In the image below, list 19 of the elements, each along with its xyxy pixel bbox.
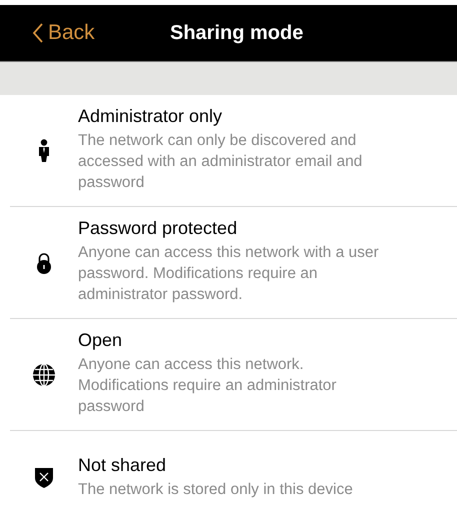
option-title: Administrator only	[78, 105, 224, 128]
option-description: The network is stored only in this device	[78, 480, 354, 500]
padlock-icon	[36, 252, 52, 274]
option-title: Not shared	[78, 454, 168, 476]
sharing-option[interactable]: Password protected Anyone can access this network with a user password. Modifications require an administrator password.	[10, 207, 457, 319]
sharing-option[interactable]: Administrator only The network can only be discovered and accessed with an administrator email and password	[10, 95, 457, 207]
sharing-option[interactable]: Open Anyone can access this network. Modifications require an administrator password	[10, 319, 457, 431]
chevron-left-icon	[32, 22, 44, 44]
back-button[interactable]: Back	[0, 17, 95, 49]
sharing-option[interactable]: Not shared The network is stored only in this device	[10, 431, 457, 525]
option-title: Open	[78, 329, 124, 352]
option-description: The network can only be discovered and accessed with an administrator email and password	[78, 131, 364, 193]
option-title: Password protected	[78, 217, 238, 240]
person-icon	[38, 138, 50, 162]
option-description: Anyone can access this network. Modifications require an administrator password	[78, 355, 338, 417]
shield-x-icon	[34, 467, 54, 489]
screen-title: Sharing mode	[170, 21, 304, 46]
option-description: Anyone can access this network with a user password. Modifications require an administrator password.	[78, 243, 380, 305]
globe-icon	[32, 362, 56, 386]
